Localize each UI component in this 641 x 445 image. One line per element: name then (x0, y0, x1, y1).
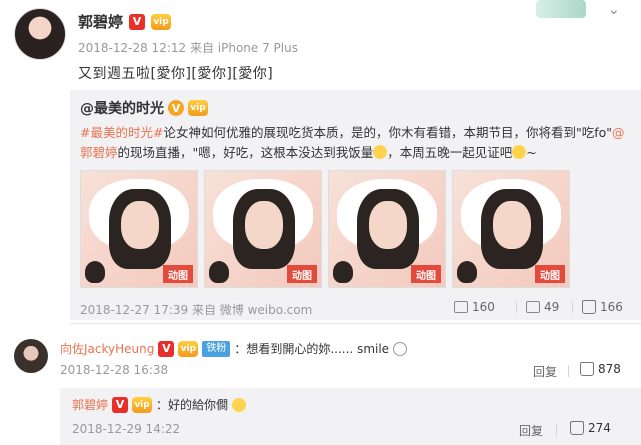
gif-thumbnail[interactable]: 动图 (452, 170, 570, 288)
like-count: 166 (600, 300, 623, 314)
header-avatar[interactable] (536, 0, 586, 18)
figure-face (121, 201, 159, 249)
comment-count: 49 (544, 300, 560, 314)
vip-icon: vip (132, 396, 153, 413)
laugh-emoji-icon (373, 145, 388, 159)
like-count-button[interactable]: 166 (572, 300, 623, 314)
repost-count-button[interactable]: 160 (454, 300, 495, 314)
repost-icon (454, 301, 468, 313)
section-divider (70, 323, 641, 324)
mini-figure (85, 261, 105, 283)
reply-line: 郭碧婷 V vip ：好的給你僴 (72, 396, 247, 413)
verified-icon: V (129, 13, 146, 30)
comment-like-button[interactable]: 878 (580, 362, 621, 376)
repost-text-part: 的现场直播，"嗯，好吃，这根本没达到我饭量 (117, 145, 374, 160)
smile-emoji-icon (232, 397, 247, 412)
divider (556, 424, 557, 436)
reply-text: ：好的給你僴 (156, 398, 229, 412)
divider (516, 301, 517, 313)
reply-like-button[interactable]: 274 (570, 421, 611, 435)
reply-time: 2018-12-29 14:22 (72, 422, 181, 436)
figure-face (493, 201, 531, 249)
thumbs-up-icon (570, 421, 584, 435)
mini-figure (457, 261, 477, 283)
commenter-avatar[interactable] (14, 339, 48, 373)
reply-card: 郭碧婷 V vip ：好的給你僴 2018-12-29 14:22 回复 274 (60, 388, 641, 445)
smile-icon (393, 341, 408, 356)
verified-icon: V (158, 340, 175, 357)
post-author-row: 郭碧婷 V vip (78, 11, 172, 32)
comment-line: 向佐JackyHeung V vip 铁粉 ：想看到開心的妳...... smi… (60, 340, 408, 357)
chevron-down-icon[interactable]: ⌄ (608, 2, 620, 18)
repost-text-part: ~ (526, 145, 537, 160)
gif-label: 动图 (287, 265, 317, 283)
reply-like-count: 274 (588, 421, 611, 435)
author-avatar[interactable] (14, 8, 66, 60)
gif-label: 动图 (411, 265, 441, 283)
gif-label: 动图 (163, 265, 193, 283)
post-text: 又到週五啦[愛你][愛你][愛你] (78, 66, 274, 82)
mini-figure (333, 261, 353, 283)
gif-label: 动图 (535, 265, 565, 283)
repost-text-part: ，本周五晚一起见证吧 (387, 145, 513, 160)
divider (568, 365, 569, 377)
repost-card: @最美的时光 V vip #最美的时光#论女神如何优雅的展现吃货本质，是的，你木… (70, 90, 641, 320)
verified-icon: V (112, 396, 129, 413)
reply-reply-button[interactable]: 回复 (519, 422, 543, 439)
fan-badge: 铁粉 (202, 340, 231, 357)
commenter-name[interactable]: 向佐JackyHeung (60, 340, 154, 357)
figure-face (369, 201, 407, 249)
vip-icon: vip (178, 340, 199, 357)
comment-count-button[interactable]: 49 (516, 300, 560, 314)
reply-user-name[interactable]: 郭碧婷 (72, 396, 108, 413)
repost-count: 160 (472, 300, 495, 314)
gif-thumbnail[interactable]: 动图 (204, 170, 322, 288)
post-author-name[interactable]: 郭碧婷 (78, 11, 123, 32)
gif-thumbnail[interactable]: 动图 (328, 170, 446, 288)
gif-thumbnail[interactable]: 动图 (80, 170, 198, 288)
thumbs-up-icon (582, 300, 596, 314)
divider (572, 301, 573, 313)
repost-author-name[interactable]: @最美的时光 (80, 98, 164, 118)
repost-text: #最美的时光#论女神如何优雅的展现吃货本质，是的，你木有看错，本期节目，你将看到… (80, 123, 632, 163)
comment-time: 2018-12-28 16:38 (60, 363, 169, 377)
verified-icon: V (168, 100, 184, 116)
comment-like-count: 878 (598, 362, 621, 376)
comment-icon (526, 301, 540, 313)
mini-figure (209, 261, 229, 283)
figure-face (245, 201, 283, 249)
thumbs-up-icon (580, 362, 594, 376)
thumbs-emoji-icon (512, 145, 527, 159)
vip-icon: vip (151, 13, 172, 30)
repost-author-row: @最美的时光 V vip (80, 98, 208, 118)
repost-text-part: 论女神如何优雅的展现吃货本质，是的，你木有看错，本期节目，你将看到"吃fo" (163, 125, 613, 140)
post-meta: 2018-12-28 12:12 来自 iPhone 7 Plus (78, 41, 298, 55)
comment-reply-button[interactable]: 回复 (533, 363, 557, 380)
vip-icon: vip (188, 100, 208, 116)
comment-text: ：想看到開心的妳...... smile (234, 342, 390, 356)
hashtag-link[interactable]: #最美的时光# (80, 125, 163, 140)
repost-meta: 2018-12-27 17:39 来自 微博 weibo.com (80, 303, 313, 317)
